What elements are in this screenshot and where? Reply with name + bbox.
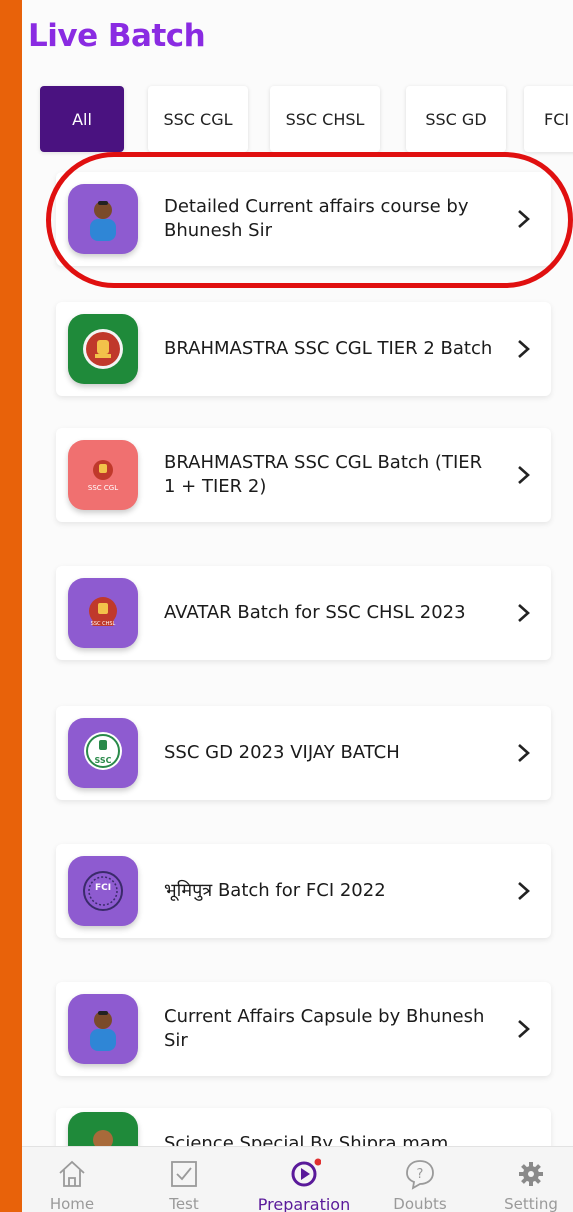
app-screen: Live Batch All SSC CGL SSC CHSL SSC GD F… — [22, 0, 573, 1212]
icon-caption: FCI — [95, 883, 111, 893]
play-circle-icon — [291, 1158, 321, 1187]
icon-caption: SSC CGL — [88, 484, 118, 492]
batch-title: AVATAR Batch for SSC CHSL 2023 — [164, 602, 466, 623]
chevron-right-icon — [518, 744, 530, 762]
nav-doubts[interactable]: ? Doubts — [370, 1147, 470, 1212]
chevron-right-icon — [518, 466, 530, 484]
chevron-right-icon — [518, 210, 530, 228]
filter-chip-ssc-gd[interactable]: SSC GD — [406, 86, 506, 152]
fci-emblem-icon: FCI — [68, 856, 138, 926]
nav-label: Setting — [504, 1195, 558, 1212]
nav-label: Preparation — [257, 1195, 351, 1212]
gear-icon — [519, 1162, 543, 1186]
icon-caption: SSC CHSL — [91, 621, 116, 627]
nav-label: Home — [49, 1195, 95, 1212]
icon-caption: SSC — [94, 756, 111, 765]
batch-title: Current Affairs Capsule by Bhunesh Sir — [164, 1006, 485, 1051]
batch-title: BRAHMASTRA SSC CGL TIER 2 Batch — [164, 338, 493, 359]
batch-card-ssc-gd-vijay[interactable]: SSC SSC GD 2023 VIJAY BATCH — [56, 706, 551, 800]
chevron-right-icon — [518, 340, 530, 358]
ssc-chsl-emblem-icon: SSC CHSL — [68, 578, 138, 648]
filter-chip-fci[interactable]: FCI — [524, 86, 573, 152]
teacher-avatar-icon — [68, 994, 138, 1064]
nav-test[interactable]: Test — [134, 1147, 234, 1212]
question-bubble-icon: ? — [406, 1160, 434, 1190]
batch-title: SSC GD 2023 VIJAY BATCH — [164, 742, 400, 763]
chevron-right-icon — [518, 604, 530, 622]
ssc-gd-emblem-icon: SSC — [68, 718, 138, 788]
nav-label: Doubts — [393, 1195, 447, 1212]
filter-chip-ssc-chsl[interactable]: SSC CHSL — [270, 86, 380, 152]
svg-text:?: ? — [417, 1167, 424, 1182]
batch-card-current-affairs-course[interactable]: Detailed Current affairs course by Bhune… — [56, 172, 551, 266]
nav-home[interactable]: Home — [22, 1147, 122, 1212]
chevron-right-icon — [518, 882, 530, 900]
chevron-right-icon — [518, 1020, 530, 1038]
nav-label: Test — [169, 1195, 199, 1212]
filter-chip-ssc-cgl[interactable]: SSC CGL — [148, 86, 248, 152]
batch-title: Detailed Current affairs course by Bhune… — [164, 196, 469, 241]
checkbox-icon — [171, 1161, 197, 1187]
batch-card-brahmastra-tier2[interactable]: BRAHMASTRA SSC CGL TIER 2 Batch — [56, 302, 551, 396]
ssc-cgl-emblem-icon: SSC CGL — [68, 440, 138, 510]
batch-card-bhumiputra-fci[interactable]: FCI भूमिपुत्र Batch for FCI 2022 — [56, 844, 551, 938]
nav-preparation[interactable]: Preparation — [244, 1147, 364, 1212]
teacher-avatar-icon — [68, 184, 138, 254]
batch-card-current-affairs-capsule[interactable]: Current Affairs Capsule by Bhunesh Sir — [56, 982, 551, 1076]
batch-title: BRAHMASTRA SSC CGL Batch (TIER 1 + TIER … — [164, 452, 483, 497]
filter-chips: All SSC CGL SSC CHSL SSC GD FCI — [22, 86, 573, 152]
page-title: Live Batch — [28, 18, 206, 54]
ssc-emblem-icon — [68, 314, 138, 384]
nav-setting[interactable]: Setting — [486, 1147, 573, 1212]
batch-card-brahmastra-cgl[interactable]: SSC CGL BRAHMASTRA SSC CGL Batch (TIER 1… — [56, 428, 551, 522]
batch-title: भूमिपुत्र Batch for FCI 2022 — [164, 880, 386, 901]
batch-card-avatar-chsl[interactable]: SSC CHSL AVATAR Batch for SSC CHSL 2023 — [56, 566, 551, 660]
filter-chip-all[interactable]: All — [40, 86, 124, 152]
home-icon — [59, 1160, 85, 1187]
bottom-navigation: Home Test Preparation ? Doubts Setting — [22, 1146, 573, 1212]
